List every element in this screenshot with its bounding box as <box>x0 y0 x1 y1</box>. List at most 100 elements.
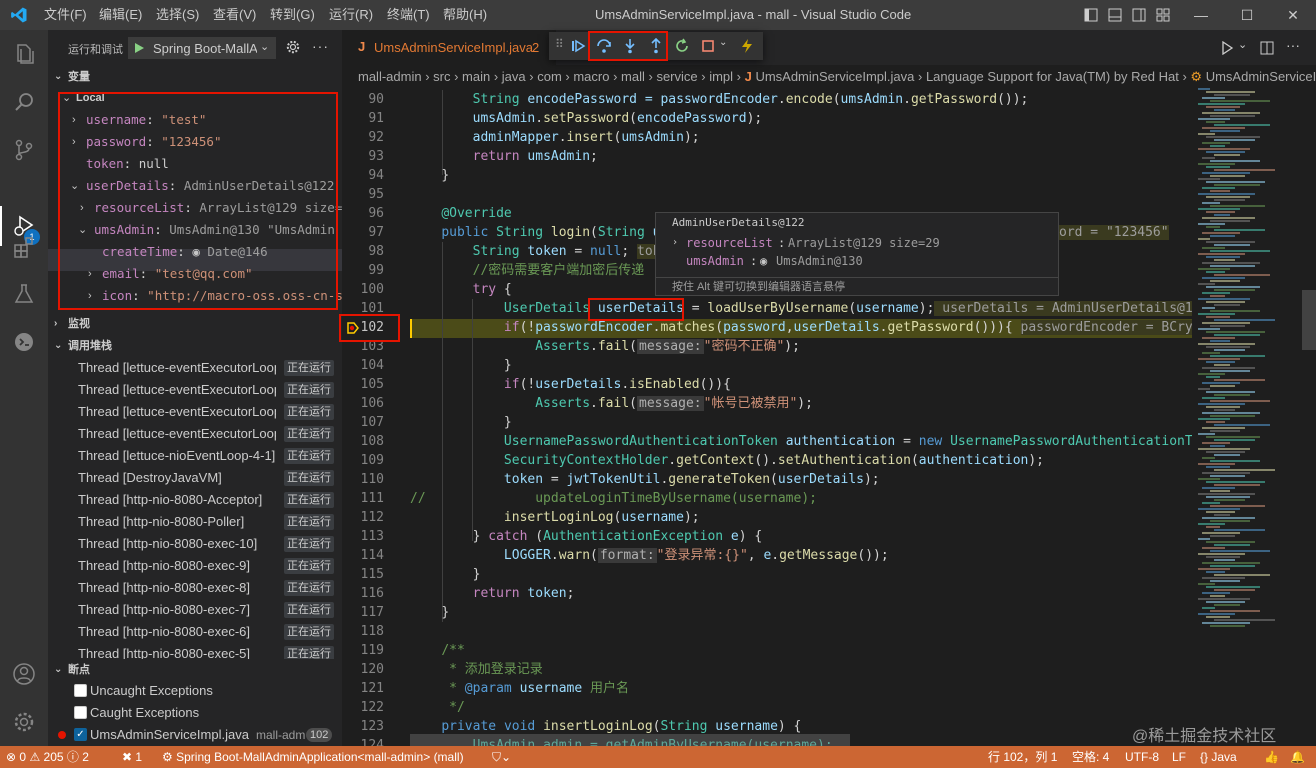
minimap[interactable] <box>1192 88 1302 734</box>
thread-row[interactable]: Thread [lettuce-eventExecutorLoop-1-1] 正在… <box>48 357 342 379</box>
breadcrumb-item[interactable]: Language Support for Java(TM) by Red Hat <box>926 69 1179 84</box>
code-line[interactable]: Asserts.fail(message: "帐号已被禁用"); <box>410 394 1192 413</box>
code-line[interactable]: token = jwtTokenUtil.generateToken(userD… <box>410 470 1192 489</box>
code-line[interactable]: } <box>410 413 1192 432</box>
toggle-secondary-sidebar-icon[interactable] <box>1132 8 1146 22</box>
checkbox[interactable] <box>74 684 87 697</box>
breadcrumb-item[interactable]: src <box>433 69 450 84</box>
thread-row[interactable]: Thread [http-nio-8080-exec-5] 正在运行 <box>48 643 342 660</box>
extensions-blocks-icon[interactable] <box>12 236 36 260</box>
code-line[interactable]: umsAdmin.setPassword(encodePassword); <box>410 109 1192 128</box>
continue-icon[interactable] <box>570 38 586 54</box>
checkbox[interactable]: ✓ <box>74 728 87 741</box>
breakpoint-caught[interactable]: Caught Exceptions <box>48 702 342 724</box>
menu-view[interactable]: 查看(V) <box>213 0 256 30</box>
tools-status[interactable]: ✖ 1 <box>122 746 142 768</box>
breadcrumb-item[interactable]: macro <box>573 69 609 84</box>
thread-row[interactable]: Thread [lettuce-nioEventLoop-4-1] 正在运行 <box>48 445 342 467</box>
thread-row[interactable]: Thread [http-nio-8080-Poller] 正在运行 <box>48 511 342 533</box>
breadcrumb-item[interactable]: UmsAdminServiceImpl <box>1206 69 1316 84</box>
account-icon[interactable] <box>12 662 36 686</box>
thread-row[interactable]: Thread [http-nio-8080-exec-9] 正在运行 <box>48 555 342 577</box>
menu-edit[interactable]: 编辑(E) <box>99 0 142 30</box>
code-line[interactable]: adminMapper.insert(umsAdmin); <box>410 128 1192 147</box>
breadcrumb-item[interactable]: UmsAdminServiceImpl.java <box>755 69 914 84</box>
code-line[interactable]: } <box>410 356 1192 375</box>
notifications-icon[interactable]: 🔔 <box>1290 746 1305 768</box>
code-line[interactable]: * @param username 用户名 <box>410 679 1192 698</box>
language-status[interactable]: {} Java <box>1200 746 1237 768</box>
testing-icon[interactable] <box>12 282 36 306</box>
shield-icon[interactable]: ⛉⌄ <box>492 746 511 768</box>
code-line[interactable] <box>410 622 1192 641</box>
code-line[interactable]: SecurityContextHolder.getContext().setAu… <box>410 451 1192 470</box>
thread-row[interactable]: Thread [lettuce-eventExecutorLoop-1-2] 正在… <box>48 379 342 401</box>
breadcrumb-item[interactable]: mall-admin <box>358 69 422 84</box>
code-line[interactable]: /** <box>410 641 1192 660</box>
code-line[interactable]: } <box>410 565 1192 584</box>
menu-go[interactable]: 转到(G) <box>270 0 315 30</box>
close-button[interactable]: ✕ <box>1270 0 1316 30</box>
encoding-status[interactable]: UTF-8 <box>1125 746 1159 768</box>
code-line[interactable]: String encodePassword = passwordEncoder.… <box>410 90 1192 109</box>
thread-row[interactable]: Thread [lettuce-eventExecutorLoop-1-4] 正在… <box>48 423 342 445</box>
vertical-scrollbar[interactable] <box>1302 88 1316 734</box>
code-line[interactable]: Asserts.fail(message: "密码不正确"); <box>410 337 1192 356</box>
code-line[interactable]: */ <box>410 698 1192 717</box>
more-actions-icon[interactable]: ··· <box>1286 37 1300 53</box>
settings-gear-icon[interactable] <box>12 710 36 734</box>
files-icon[interactable] <box>12 42 36 66</box>
code-line[interactable]: insertLoginLog(username); <box>410 508 1192 527</box>
split-editor-icon[interactable] <box>1260 41 1274 55</box>
search-icon[interactable] <box>12 90 36 114</box>
hover-row-resource-list[interactable]: › resourceList : ArrayList@129 size=29 <box>656 234 1058 252</box>
breakpoint-uncaught[interactable]: Uncaught Exceptions <box>48 680 342 702</box>
code-line[interactable]: LOGGER.warn(format: "登录异常:{}", e.getMessa… <box>410 546 1192 565</box>
debug-config-status[interactable]: ⚙ Spring Boot-MallAdminApplication<mall-… <box>162 746 464 768</box>
minimize-button[interactable]: — <box>1178 0 1224 30</box>
hover-row-ums-admin[interactable]: umsAdmin : ◉ UmsAdmin@130 <box>656 252 1058 270</box>
menu-run[interactable]: 运行(R) <box>329 0 373 30</box>
customize-layout-icon[interactable] <box>1156 8 1170 22</box>
breakpoint-file[interactable]: ✓ UmsAdminServiceImpl.java mall-admin/sr… <box>48 724 342 746</box>
code-line[interactable] <box>410 185 1192 204</box>
code-line[interactable]: if(!userDetails.isEnabled()){ <box>410 375 1192 394</box>
breadcrumb-item[interactable]: mall <box>621 69 645 84</box>
java-ready-icon[interactable]: 👍 <box>1264 746 1279 768</box>
breadcrumb-item[interactable]: com <box>537 69 562 84</box>
hot-code-replace-icon[interactable] <box>739 38 755 54</box>
scrollbar-thumb[interactable] <box>1302 290 1316 350</box>
code-line[interactable]: // updateLoginTimeByUsername(username); <box>410 489 1192 508</box>
chevron-down-icon[interactable]: ⌄ <box>1238 38 1247 51</box>
breadcrumb-item[interactable]: service <box>656 69 697 84</box>
breadcrumb-item[interactable]: main <box>462 69 490 84</box>
code-line[interactable]: return umsAdmin; <box>410 147 1192 166</box>
code-line[interactable]: } <box>410 166 1192 185</box>
cursor-position[interactable]: 行 102，列 1 <box>988 746 1057 768</box>
code-line[interactable]: if(!passwordEncoder.matches(password,use… <box>410 318 1192 337</box>
breadcrumb-item[interactable]: impl <box>709 69 733 84</box>
thread-row[interactable]: Thread [http-nio-8080-exec-8] 正在运行 <box>48 577 342 599</box>
code-line[interactable]: * 添加登录记录 <box>410 660 1192 679</box>
run-icon[interactable] <box>1220 41 1234 55</box>
remote-icon[interactable] <box>12 330 36 354</box>
tab-ums-admin-service-impl[interactable]: J UmsAdminServiceImpl.java 2 <box>342 30 556 65</box>
stop-icon[interactable] <box>700 38 716 54</box>
maximize-button[interactable]: ☐ <box>1224 0 1270 30</box>
checkbox[interactable] <box>74 706 87 719</box>
indentation-status[interactable]: 空格: 4 <box>1072 746 1109 768</box>
thread-row[interactable]: Thread [lettuce-eventExecutorLoop-1-3] 正在… <box>48 401 342 423</box>
toggle-panel-icon[interactable] <box>1108 8 1122 22</box>
thread-row[interactable]: Thread [http-nio-8080-exec-6] 正在运行 <box>48 621 342 643</box>
menu-terminal[interactable]: 终端(T) <box>387 0 430 30</box>
code-line[interactable]: UserDetails userDetails = loadUserByUser… <box>410 299 1192 318</box>
code-line[interactable]: } catch (AuthenticationException e) { <box>410 527 1192 546</box>
horizontal-scrollbar[interactable] <box>410 734 850 746</box>
thread-row[interactable]: Thread [http-nio-8080-exec-10] 正在运行 <box>48 533 342 555</box>
breadcrumb-item[interactable]: java <box>502 69 526 84</box>
toggle-sidebar-icon[interactable] <box>1084 8 1098 22</box>
problems-status[interactable]: ⊗ 0 ⚠ 205 ⓘ 2 <box>6 746 89 768</box>
menu-file[interactable]: 文件(F) <box>44 0 87 30</box>
breakpoints-section-header[interactable]: ⌄ 断点 <box>48 659 342 681</box>
code-line[interactable]: UsernamePasswordAuthenticationToken auth… <box>410 432 1192 451</box>
